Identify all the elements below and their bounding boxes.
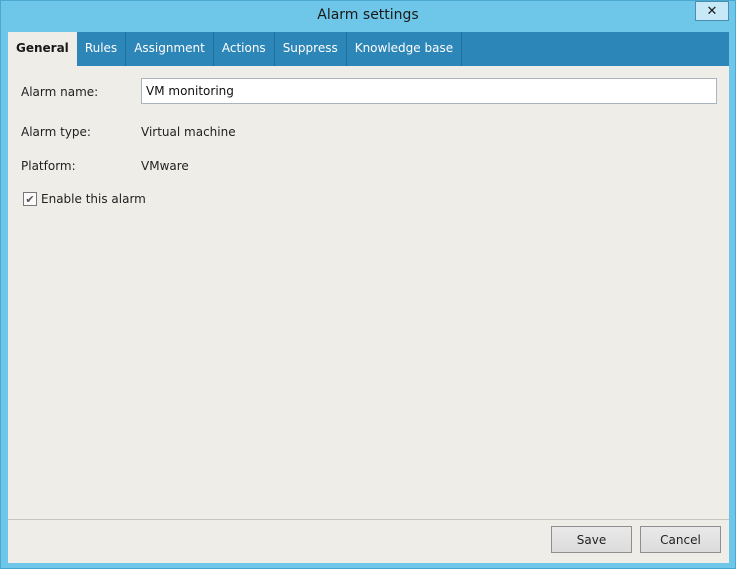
alarm-name-input[interactable] — [141, 78, 717, 104]
dialog-body: General Rules Assignment Actions Suppres… — [8, 32, 729, 563]
tab-assignment[interactable]: Assignment — [126, 32, 214, 66]
tab-rules[interactable]: Rules — [77, 32, 127, 66]
platform-value: VMware — [141, 159, 189, 173]
tab-knowledge-base[interactable]: Knowledge base — [347, 32, 463, 66]
alarm-name-label: Alarm name: — [21, 85, 99, 99]
alarm-type-value: Virtual machine — [141, 125, 236, 139]
title-bar[interactable]: Alarm settings ✕ — [1, 1, 735, 32]
tab-actions[interactable]: Actions — [214, 32, 275, 66]
tab-suppress[interactable]: Suppress — [275, 32, 347, 66]
save-button[interactable]: Save — [551, 526, 632, 553]
alarm-settings-window: Alarm settings ✕ General Rules Assignmen… — [0, 0, 736, 569]
enable-alarm-checkbox[interactable]: ✔ — [23, 192, 37, 206]
close-icon: ✕ — [706, 3, 718, 19]
checkmark-icon: ✔ — [25, 192, 35, 206]
enable-alarm-row[interactable]: ✔ Enable this alarm — [23, 192, 146, 206]
platform-label: Platform: — [21, 159, 76, 173]
alarm-type-label: Alarm type: — [21, 125, 91, 139]
enable-alarm-label[interactable]: Enable this alarm — [41, 192, 146, 206]
tab-general[interactable]: General — [8, 32, 77, 66]
window-title: Alarm settings — [317, 7, 419, 23]
cancel-button[interactable]: Cancel — [640, 526, 721, 553]
footer-divider — [8, 519, 729, 520]
tab-bar: General Rules Assignment Actions Suppres… — [8, 32, 729, 66]
close-button[interactable]: ✕ — [695, 1, 729, 21]
